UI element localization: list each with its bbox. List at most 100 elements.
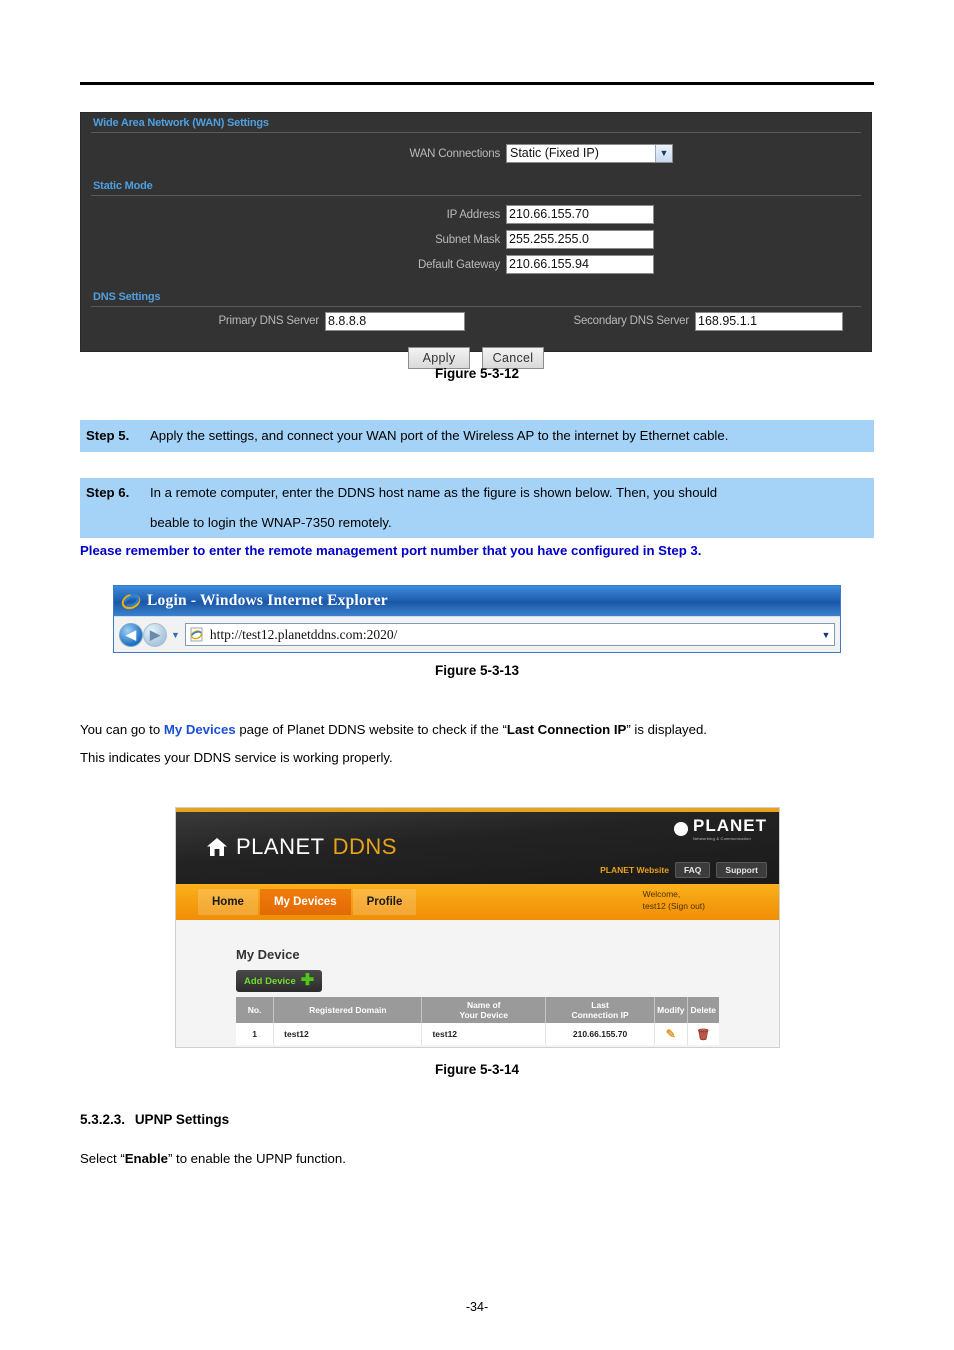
faq-button[interactable]: FAQ xyxy=(674,862,711,878)
my-devices-link[interactable]: My Devices xyxy=(164,722,236,737)
wan-settings-panel: Wide Area Network (WAN) Settings WAN Con… xyxy=(80,112,872,369)
pencil-edit-icon[interactable]: ✎ xyxy=(666,1027,676,1041)
add-device-button[interactable]: Add Device ✚ xyxy=(236,970,323,992)
default-gateway-input[interactable]: 210.66.155.94 xyxy=(506,255,654,274)
primary-dns-input[interactable]: 8.8.8.8 xyxy=(325,311,465,331)
ddns-site-header: PLANET DDNS PLANET Networking & Communica… xyxy=(176,812,779,884)
recent-pages-chevron-down-icon[interactable]: ▼ xyxy=(171,630,180,640)
column-header-ip-line2: Connection IP xyxy=(571,1010,629,1020)
paragraph-part-2: page of Planet DDNS website to check if … xyxy=(235,722,507,737)
step-6-line-2: beable to login the WNAP-7350 remotely. xyxy=(150,515,392,530)
planet-website-link[interactable]: PLANET Website xyxy=(600,865,669,875)
cell-last-connection-ip: 210.66.155.70 xyxy=(545,1023,656,1045)
forward-icon[interactable]: ▶ xyxy=(143,622,167,647)
secondary-dns-input[interactable]: 168.95.1.1 xyxy=(695,311,843,331)
step-6-number: Step 6. xyxy=(86,485,130,500)
devices-table: No. Registered Domain Name of Your Devic… xyxy=(236,997,719,1045)
page-favicon-icon xyxy=(189,627,205,643)
cell-device-name: test12 xyxy=(421,1023,546,1045)
header-rule xyxy=(80,82,874,85)
column-header-delete: Delete xyxy=(687,997,719,1023)
ip-address-row: IP Address 210.66.155.70 xyxy=(81,202,871,227)
column-header-last-connection-ip: Last Connection IP xyxy=(545,997,656,1023)
column-header-device-name-line1: Name of xyxy=(466,1000,501,1010)
wan-connections-select[interactable]: Static (Fixed IP) ▼ xyxy=(506,144,673,163)
dns-settings-title: DNS Settings xyxy=(93,291,161,303)
step-6-line-1: In a remote computer, enter the DDNS hos… xyxy=(150,485,718,500)
add-device-label: Add Device xyxy=(244,975,296,987)
figure-caption-5-3-14: Figure 5-3-14 xyxy=(434,1062,520,1077)
wan-connections-value: Static (Fixed IP) xyxy=(510,146,599,160)
brand-ddns-text: DDNS xyxy=(332,834,397,859)
table-row: 1 test12 test12 210.66.155.70 ✎ 🗑 xyxy=(236,1023,719,1045)
address-chevron-down-icon[interactable]: ▼ xyxy=(818,630,834,640)
default-gateway-label: Default Gateway xyxy=(417,258,500,271)
planet-corporate-logo: PLANET Networking & Communication xyxy=(673,816,767,841)
step-5-text: Apply the settings, and connect your WAN… xyxy=(150,428,729,443)
column-header-ip-line1: Last xyxy=(591,1000,609,1010)
step-5-number: Step 5. xyxy=(86,428,130,443)
plus-icon: ✚ xyxy=(300,972,315,989)
step-6-text: In a remote computer, enter the DDNS hos… xyxy=(150,478,874,538)
figure-caption-5-3-12: Figure 5-3-12 xyxy=(434,366,520,381)
cell-modify[interactable]: ✎ xyxy=(654,1023,688,1045)
upnp-text-part-2: ” to enable the UPNP function. xyxy=(167,1151,346,1166)
subnet-mask-row: Subnet Mask 255.255.255.0 xyxy=(81,227,871,252)
primary-dns-label: Primary DNS Server xyxy=(218,315,319,327)
brand-planet-text: PLANET xyxy=(236,834,325,859)
my-device-heading: My Device xyxy=(236,947,300,962)
subnet-mask-input[interactable]: 255.255.255.0 xyxy=(506,230,654,249)
ie-title-bar: Login - Windows Internet Explorer xyxy=(114,586,840,616)
nav-tab-home[interactable]: Home xyxy=(198,889,258,915)
chevron-down-icon[interactable]: ▼ xyxy=(655,145,672,162)
internet-explorer-icon xyxy=(121,591,141,611)
page-number: -34- xyxy=(465,1300,489,1314)
nav-tab-profile[interactable]: Profile xyxy=(352,889,417,915)
panel-actions: Apply Cancel xyxy=(81,333,871,369)
welcome-block: Welcome, test12 (Sign out) xyxy=(643,888,705,912)
ddns-header-links: PLANET Website FAQ Support xyxy=(600,862,767,878)
divider xyxy=(91,195,861,196)
planet-logo-name: PLANET xyxy=(693,816,767,835)
ip-address-input[interactable]: 210.66.155.70 xyxy=(506,205,654,224)
cell-registered-domain: test12 xyxy=(273,1023,423,1045)
wan-panel-title: Wide Area Network (WAN) Settings xyxy=(93,117,269,129)
ie-window-title: Login - Windows Internet Explorer xyxy=(147,592,388,609)
column-header-device-name: Name of Your Device xyxy=(421,997,546,1023)
column-header-modify: Modify xyxy=(654,997,688,1023)
welcome-greeting: Welcome, xyxy=(642,889,681,899)
support-button[interactable]: Support xyxy=(716,862,767,878)
divider xyxy=(91,132,861,133)
upnp-text-part-1: Select “ xyxy=(80,1151,125,1166)
ie-navigation-toolbar: ◀ ▶ ▼ http://test12.planetddns.com:2020/… xyxy=(114,616,840,652)
remote-port-note: Please remember to enter the remote mana… xyxy=(80,543,702,558)
static-mode-title: Static Mode xyxy=(93,180,153,192)
step-5-callout: Step 5. Apply the settings, and connect … xyxy=(80,420,874,452)
section-heading-number: 5.3.2.3. xyxy=(80,1112,126,1127)
subnet-mask-label: Subnet Mask xyxy=(435,233,500,246)
wan-connections-row: WAN Connections Static (Fixed IP) ▼ xyxy=(81,141,871,166)
welcome-user-and-signout[interactable]: test12 (Sign out) xyxy=(643,900,705,912)
trash-delete-icon[interactable]: 🗑 xyxy=(696,1029,710,1041)
internet-explorer-window: Login - Windows Internet Explorer ◀ ▶ ▼ … xyxy=(113,585,841,653)
back-icon[interactable]: ◀ xyxy=(119,622,143,647)
paragraph-part-3: ” is displayed. xyxy=(626,722,707,737)
upnp-body-text: Select “Enable” to enable the UPNP funct… xyxy=(80,1148,874,1170)
address-bar-url: http://test12.planetddns.com:2020/ xyxy=(209,626,398,642)
ip-address-label: IP Address xyxy=(446,208,501,221)
last-connection-ip-emphasis: Last Connection IP xyxy=(506,722,627,737)
figure-caption-5-3-13: Figure 5-3-13 xyxy=(434,663,520,678)
paragraph-part-1: You can go to xyxy=(80,722,164,737)
cell-delete[interactable]: 🗑 xyxy=(687,1023,719,1045)
ddns-brand-logo[interactable]: PLANET DDNS xyxy=(206,834,397,860)
nav-tab-my-devices[interactable]: My Devices xyxy=(259,889,351,915)
address-bar[interactable]: http://test12.planetddns.com:2020/ ▼ xyxy=(184,623,835,646)
ddns-check-paragraph: You can go to My Devices page of Planet … xyxy=(80,716,874,772)
planet-globe-icon xyxy=(674,821,688,836)
planet-logo-tagline: Networking & Communication xyxy=(693,836,751,841)
default-gateway-row: Default Gateway 210.66.155.94 xyxy=(81,252,871,277)
table-header-row: No. Registered Domain Name of Your Devic… xyxy=(236,997,719,1023)
enable-emphasis: Enable xyxy=(124,1151,168,1166)
cell-no: 1 xyxy=(236,1023,275,1045)
wan-connections-label: WAN Connections xyxy=(409,147,500,160)
